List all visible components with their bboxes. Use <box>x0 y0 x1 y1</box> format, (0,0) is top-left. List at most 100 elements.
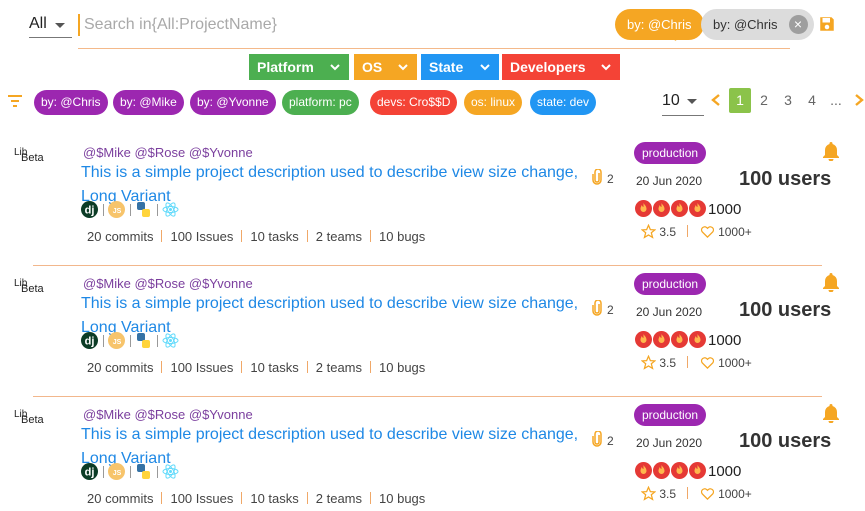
teams-count[interactable]: 2 teams <box>316 491 362 506</box>
row-divider <box>33 396 822 397</box>
filter-tag[interactable]: by: @Chris <box>34 90 108 115</box>
issues-count[interactable]: 100 Issues <box>170 229 233 244</box>
rating-row: 3.5 1000+ <box>640 223 752 239</box>
django-icon: dj <box>81 463 98 480</box>
star-icon[interactable] <box>640 223 657 239</box>
project-row[interactable]: Lib Beta @$Mike @$Rose @$Yvonne This is … <box>0 399 865 511</box>
project-description-link[interactable]: This is a simple project description use… <box>81 161 596 209</box>
search-input[interactable] <box>84 12 554 38</box>
row-divider <box>33 265 822 266</box>
page-2[interactable]: 2 <box>753 88 775 113</box>
divider <box>130 335 131 347</box>
likes-count: 1000+ <box>718 356 752 370</box>
project-description-link[interactable]: This is a simple project description use… <box>81 292 596 340</box>
filter-tag[interactable]: os: linux <box>464 90 523 115</box>
fire-count: 1000 <box>708 332 742 349</box>
bell-icon[interactable] <box>822 403 840 423</box>
logo-text-bottom: Beta <box>21 283 44 295</box>
star-icon[interactable] <box>640 485 657 501</box>
fire-icon <box>635 462 652 479</box>
issues-count[interactable]: 100 Issues <box>170 491 233 506</box>
likes-count: 1000+ <box>718 487 752 501</box>
svg-text:dj: dj <box>85 467 95 479</box>
nodejs-icon: JS <box>108 332 125 349</box>
per-page-select[interactable]: 10 <box>662 88 704 116</box>
star-icon[interactable] <box>640 354 657 370</box>
users-count: 100 users <box>739 430 832 452</box>
filter-tag[interactable]: by: @Mike <box>113 90 184 115</box>
django-icon: dj <box>81 201 98 218</box>
issues-count[interactable]: 100 Issues <box>170 360 233 375</box>
divider <box>157 335 158 347</box>
developers-dropdown[interactable]: Developers <box>502 54 620 80</box>
project-description-link[interactable]: This is a simple project description use… <box>81 423 596 471</box>
heart-icon[interactable] <box>700 486 715 501</box>
platform-dropdown-label: Platform <box>257 59 314 75</box>
heart-icon[interactable] <box>700 355 715 370</box>
bugs-count[interactable]: 10 bugs <box>379 229 425 244</box>
python-icon <box>137 202 150 217</box>
mentions[interactable]: @$Mike @$Rose @$Yvonne <box>83 145 253 160</box>
page-4[interactable]: 4 <box>801 88 823 113</box>
tasks-count[interactable]: 10 tasks <box>250 491 298 506</box>
rating-value: 3.5 <box>659 487 677 501</box>
divider <box>103 466 104 478</box>
tasks-count[interactable]: 10 tasks <box>250 229 298 244</box>
scope-select[interactable]: All <box>29 10 72 38</box>
bell-icon[interactable] <box>822 141 840 161</box>
os-dropdown[interactable]: OS <box>354 54 417 80</box>
rating-value: 3.5 <box>659 225 677 239</box>
chevron-left-icon[interactable] <box>709 93 723 107</box>
project-stats: 20 commits 100 Issues 10 tasks 2 teams 10 bu… <box>87 360 425 375</box>
commits-count[interactable]: 20 commits <box>87 491 153 506</box>
mentions[interactable]: @$Mike @$Rose @$Yvonne <box>83 276 253 291</box>
scope-value: All <box>29 15 47 32</box>
divider <box>157 466 158 478</box>
tasks-count[interactable]: 10 tasks <box>250 360 298 375</box>
search-chip[interactable]: by: @Chris <box>615 9 704 40</box>
remove-chip-icon[interactable]: × <box>788 15 808 34</box>
page-ellipsis[interactable]: ... <box>825 88 847 113</box>
state-dropdown[interactable]: State <box>421 54 499 80</box>
filter-tag[interactable]: devs: Cro$$D <box>370 90 458 115</box>
platform-dropdown[interactable]: Platform <box>249 54 349 80</box>
page-3[interactable]: 3 <box>777 88 799 113</box>
python-icon <box>137 333 150 348</box>
teams-count[interactable]: 2 teams <box>316 360 362 375</box>
python-icon <box>137 464 150 479</box>
commits-count[interactable]: 20 commits <box>87 229 153 244</box>
filter-tag[interactable]: by: @Yvonne <box>190 90 276 115</box>
bugs-count[interactable]: 10 bugs <box>379 491 425 506</box>
bell-icon[interactable] <box>822 272 840 292</box>
react-icon <box>162 464 179 479</box>
commits-count[interactable]: 20 commits <box>87 360 153 375</box>
search-chip-removable[interactable]: by: @Chris × <box>701 9 814 40</box>
search-chip-label: by: @Chris <box>627 17 692 32</box>
fire-icon <box>635 331 652 348</box>
fire-icon <box>635 200 652 217</box>
filter-tag[interactable]: state: dev <box>530 90 597 115</box>
page-1[interactable]: 1 <box>729 88 751 113</box>
divider <box>103 204 104 216</box>
filter-icon[interactable] <box>8 95 22 107</box>
fire-icon <box>653 331 670 348</box>
project-date: 20 Jun 2020 <box>636 305 703 319</box>
project-row[interactable]: Lib Beta @$Mike @$Rose @$Yvonne This is … <box>0 268 865 399</box>
teams-count[interactable]: 2 teams <box>316 229 362 244</box>
users-count: 100 users <box>739 299 832 321</box>
chevron-right-icon[interactable] <box>853 93 865 107</box>
mentions[interactable]: @$Mike @$Rose @$Yvonne <box>83 407 253 422</box>
fire-count: 1000 <box>708 201 742 218</box>
state-badge: production <box>634 404 707 426</box>
state-dropdown-label: State <box>429 59 464 75</box>
save-icon[interactable] <box>818 15 836 33</box>
rating-row: 3.5 1000+ <box>640 354 752 370</box>
fire-icon <box>671 331 688 348</box>
django-icon: dj <box>81 332 98 349</box>
bugs-count[interactable]: 10 bugs <box>379 360 425 375</box>
filter-tag[interactable]: platform: pc <box>282 90 359 115</box>
heart-icon[interactable] <box>700 224 715 239</box>
project-row[interactable]: Lib Beta @$Mike @$Rose @$Yvonne This is … <box>0 137 865 268</box>
developers-dropdown-label: Developers <box>510 59 586 75</box>
rating-row: 3.5 1000+ <box>640 485 752 501</box>
